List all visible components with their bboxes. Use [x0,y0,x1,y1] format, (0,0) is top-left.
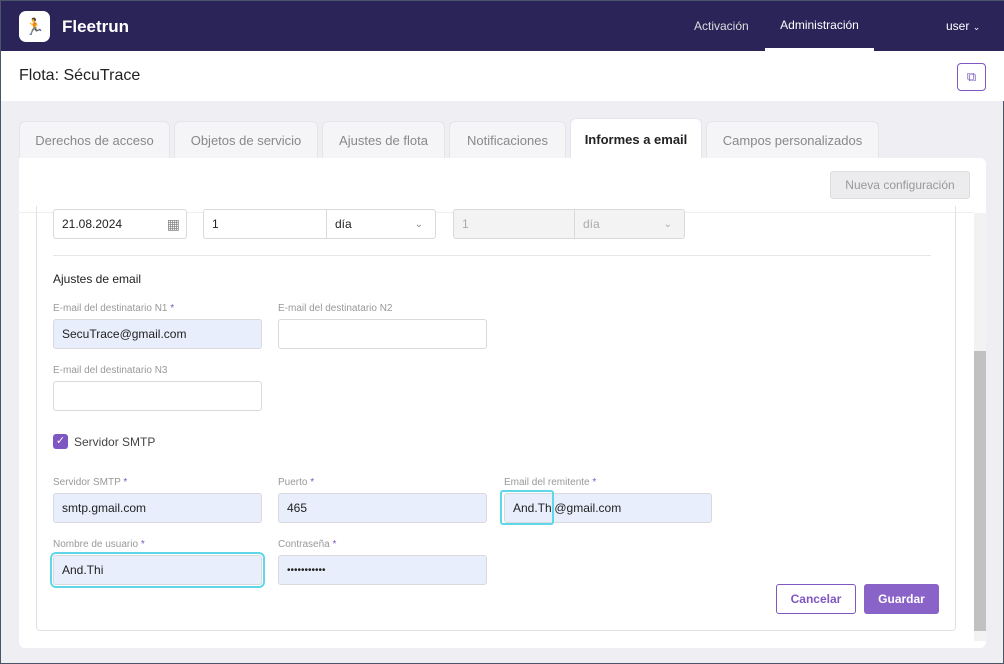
username-input[interactable]: And.Thi [50,552,265,588]
password-label: Contraseña * [278,539,337,550]
password-input[interactable]: ••••••••••• [278,555,487,585]
smtp-checkbox-label: Servidor SMTP [74,435,156,449]
chevron-down-icon: ⌄ [663,218,672,230]
tab-ajustes-de-flota[interactable]: Ajustes de flota [322,121,445,158]
unit2-value: día [583,217,600,231]
sender-label: Email del remitente * [504,477,597,488]
unit2-select[interactable]: día ⌄ [574,209,685,239]
user-menu[interactable]: user ⌄ [946,19,980,33]
copy-icon: ⧉ [966,69,977,84]
user-name: user [946,19,970,33]
page-title: Flota: SécuTrace [19,67,141,84]
smtp-server-input[interactable]: smtp.gmail.com [53,493,262,523]
save-button[interactable]: Guardar [864,584,939,614]
unit-value: día [335,217,352,231]
date-value: 21.08.2024 [62,217,123,231]
page-header [1,51,1004,101]
nav-activacion[interactable]: Activación [694,19,749,33]
cancel-button[interactable]: Cancelar [776,584,856,614]
tab-informes-a-email[interactable]: Informes a email [570,118,702,159]
highlight-box [500,490,554,525]
chevron-down-icon: ⌄ [414,218,423,230]
email-section-title: Ajustes de email [53,272,142,286]
copy-button[interactable]: ⧉ [957,63,986,91]
tab-notificaciones[interactable]: Notificaciones [449,121,566,158]
port-input[interactable]: 465 [278,493,487,523]
nav-administracion[interactable]: Administración [765,1,874,51]
date-input[interactable]: 21.08.2024 ▦ [53,209,187,239]
interval2-input[interactable]: 1 [453,209,575,239]
new-configuration-button[interactable]: Nueva configuración [830,171,970,199]
username-label: Nombre de usuario * [53,539,145,550]
recipient-n1-label: E-mail del destinatario N1 * [53,303,175,314]
smtp-checkbox[interactable]: ✓ [53,434,68,449]
brand-name: Fleetrun [62,17,130,36]
tab-objetos-de-servicio[interactable]: Objetos de servicio [174,121,318,158]
port-label: Puerto * [278,477,315,488]
tab-campos-personalizados[interactable]: Campos personalizados [706,121,879,158]
section-divider [53,255,931,256]
interval-input[interactable]: 1 [203,209,327,239]
recipient-n2-input[interactable] [278,319,487,349]
chevron-down-icon: ⌄ [972,22,981,32]
recipient-n3-label: E-mail del destinatario N3 [53,365,168,376]
unit-select[interactable]: día ⌄ [326,209,436,239]
recipient-n2-label: E-mail del destinatario N2 [278,303,393,314]
tab-derechos-de-acceso[interactable]: Derechos de acceso [19,121,170,158]
calendar-icon[interactable]: ▦ [167,216,180,233]
scrollbar-thumb[interactable] [974,351,986,631]
smtp-server-label: Servidor SMTP * [53,477,128,488]
recipient-n1-input[interactable]: SecuTrace@gmail.com [53,319,262,349]
recipient-n3-input[interactable] [53,381,262,411]
fleetrun-logo-icon[interactable]: 🏃 [19,11,50,42]
